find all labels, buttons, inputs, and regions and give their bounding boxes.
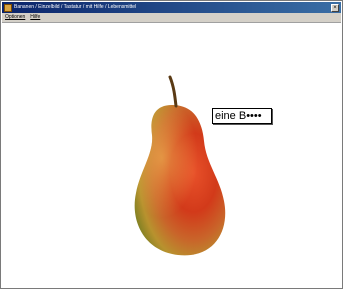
- title-buttons: ×: [330, 3, 339, 12]
- menu-hilfe[interactable]: Hilfe: [30, 13, 40, 22]
- pear-stem: [168, 75, 178, 108]
- close-button[interactable]: ×: [331, 3, 339, 12]
- menu-bar: Optionen Hilfe: [2, 13, 341, 23]
- title-bar[interactable]: Bananen / Einzelbild / Tastatur / mit Hi…: [2, 2, 341, 13]
- app-icon: [4, 3, 12, 12]
- menu-optionen[interactable]: Optionen: [5, 13, 25, 22]
- window-title: Bananen / Einzelbild / Tastatur / mit Hi…: [14, 4, 137, 10]
- content-area: eine B••••: [2, 23, 341, 287]
- pear-body: [134, 105, 226, 256]
- tooltip-text: eine B••••: [212, 108, 272, 124]
- app-window: Bananen / Einzelbild / Tastatur / mit Hi…: [0, 0, 343, 289]
- pear-image: [134, 75, 226, 256]
